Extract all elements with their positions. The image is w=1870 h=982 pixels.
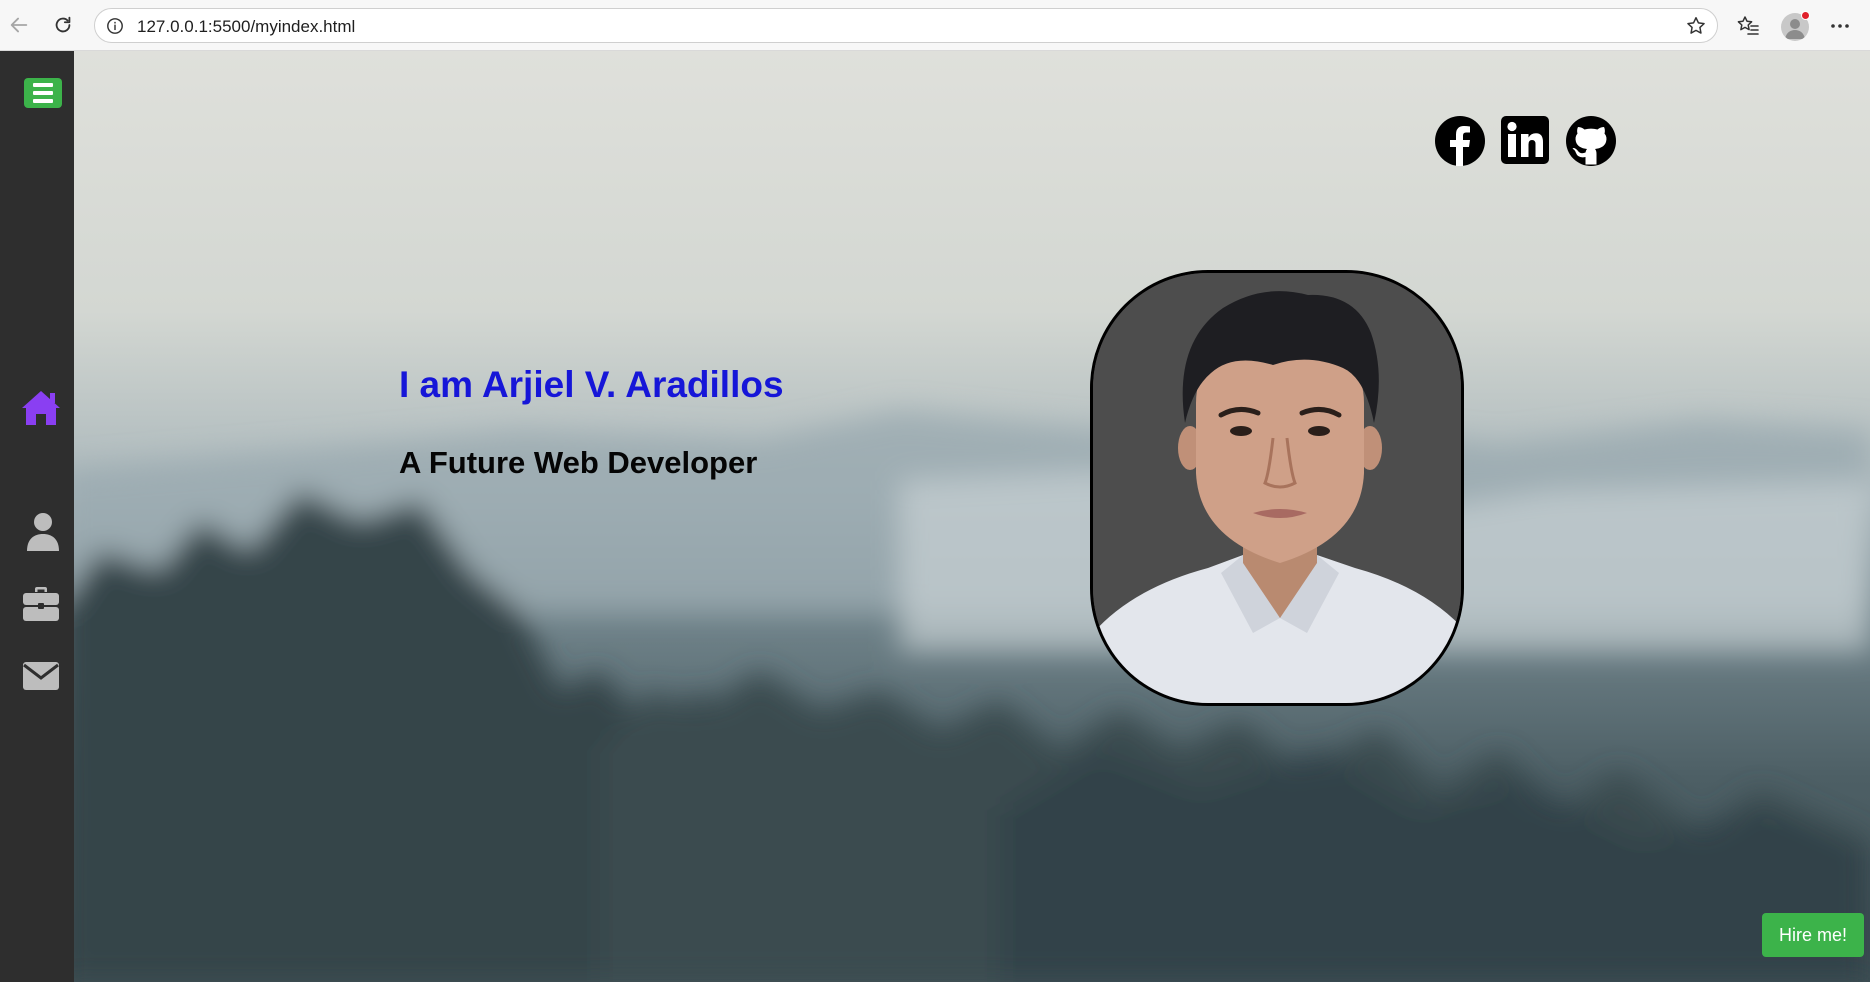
url-text: 127.0.0.1:5500/myindex.html bbox=[137, 17, 356, 36]
page-viewport: I am Arjiel V. Aradillos A Future Web De… bbox=[0, 51, 1870, 982]
more-icon[interactable] bbox=[1828, 14, 1852, 38]
profile-photo bbox=[1090, 270, 1464, 706]
address-bar[interactable]: 127.0.0.1:5500/myindex.html bbox=[94, 8, 1718, 43]
hero-subtitle: A Future Web Developer bbox=[399, 445, 758, 480]
home-icon[interactable] bbox=[20, 387, 62, 429]
sidebar bbox=[0, 51, 74, 982]
menu-icon-bar bbox=[33, 83, 53, 87]
browser-toolbar: 127.0.0.1:5500/myindex.html bbox=[0, 0, 1870, 51]
menu-button[interactable] bbox=[24, 78, 62, 108]
linkedin-icon[interactable] bbox=[1500, 115, 1552, 167]
github-icon[interactable] bbox=[1565, 115, 1617, 167]
info-icon[interactable] bbox=[106, 17, 124, 35]
facebook-icon[interactable] bbox=[1434, 115, 1486, 167]
notification-dot bbox=[1801, 11, 1810, 20]
star-icon[interactable] bbox=[1685, 15, 1707, 37]
menu-icon-bar bbox=[33, 91, 53, 95]
favorites-icon[interactable] bbox=[1736, 14, 1760, 38]
reload-icon[interactable] bbox=[51, 13, 75, 37]
hire-me-button[interactable]: Hire me! bbox=[1762, 913, 1864, 957]
back-arrow-icon[interactable] bbox=[7, 13, 31, 37]
envelope-icon[interactable] bbox=[20, 655, 62, 697]
briefcase-icon[interactable] bbox=[20, 583, 62, 625]
menu-icon-bar bbox=[33, 99, 53, 103]
user-icon[interactable] bbox=[22, 511, 64, 553]
background-image bbox=[0, 51, 1870, 982]
hero-title: I am Arjiel V. Aradillos bbox=[399, 364, 784, 405]
